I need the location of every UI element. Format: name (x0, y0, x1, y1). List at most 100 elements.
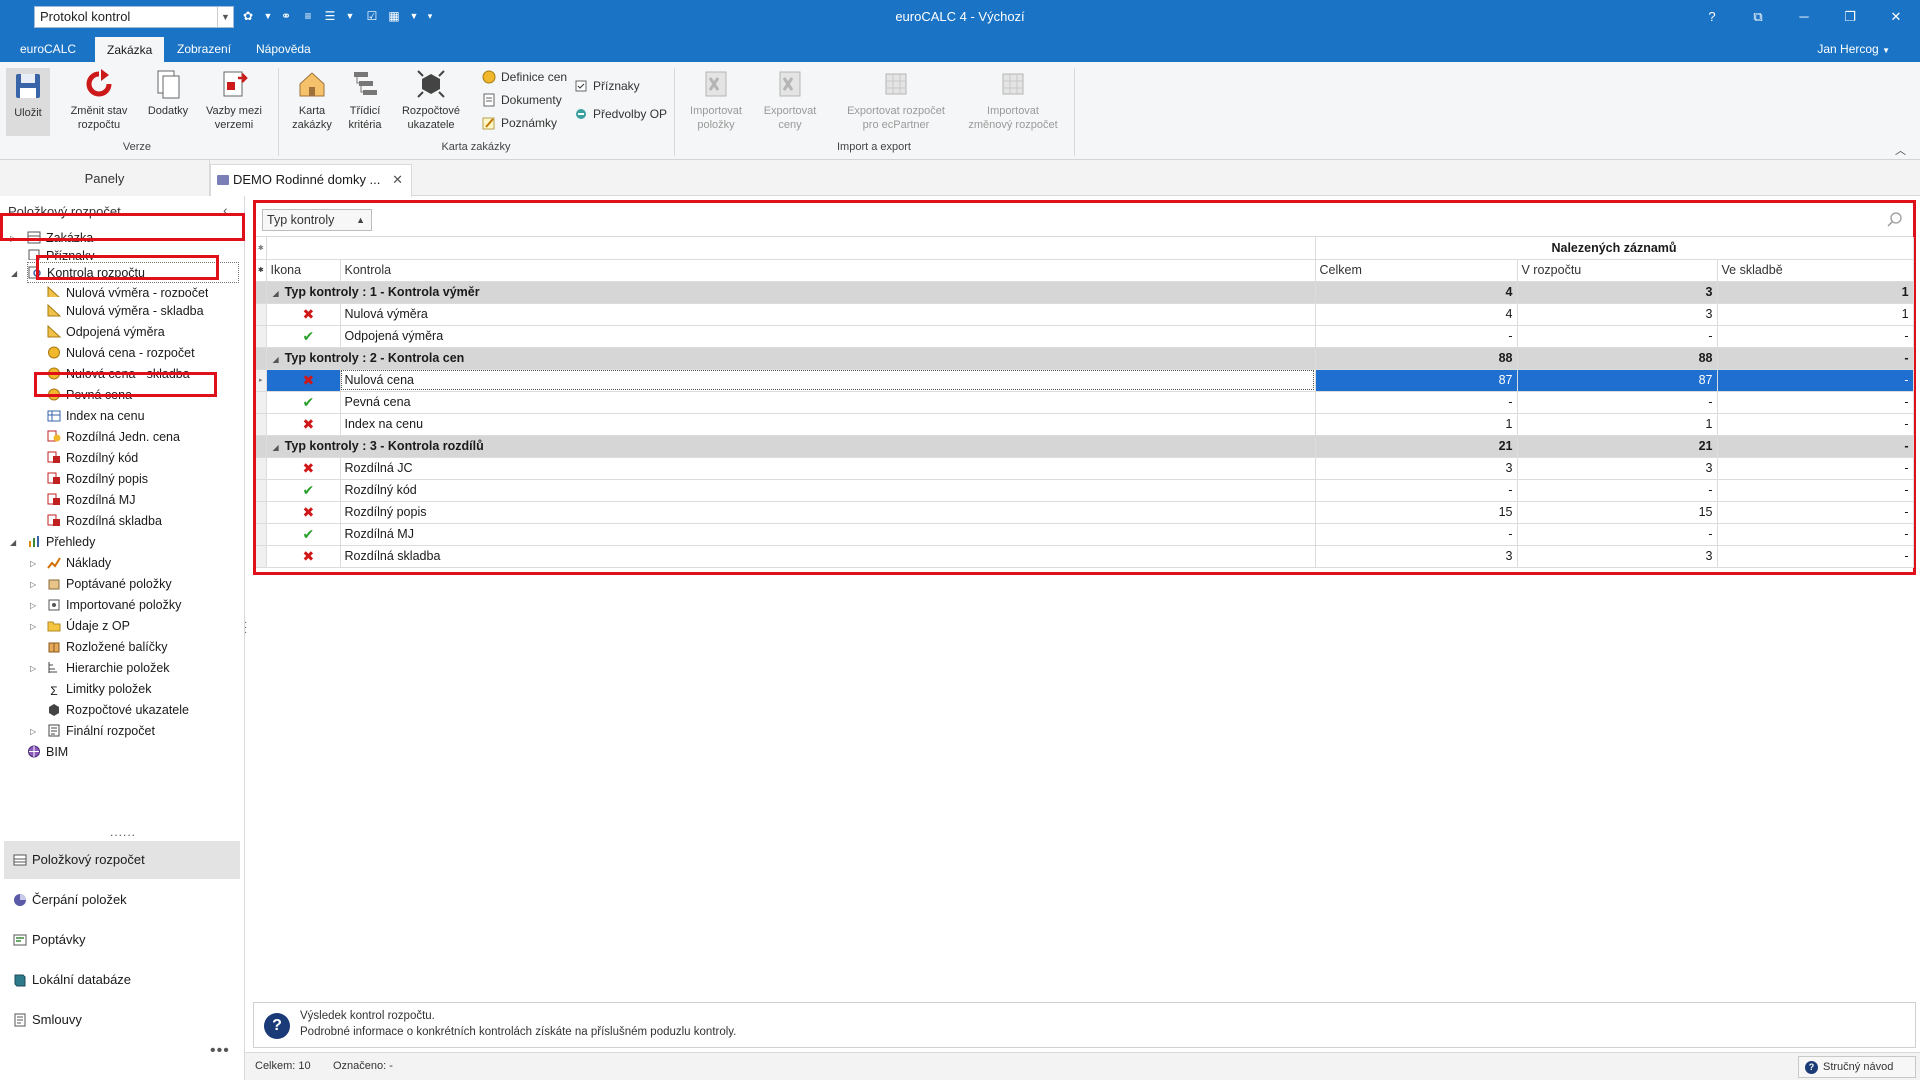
tree-node-index-na-cenu[interactable]: Index na cenu (47, 406, 145, 427)
tree-node-prehledy[interactable]: ◢ Přehledy (10, 532, 95, 553)
splitter-grip[interactable]: · · · (244, 618, 247, 638)
more-options-icon[interactable]: ••• (210, 1042, 230, 1060)
collapse-icon[interactable]: ◢ (273, 355, 279, 364)
table-row[interactable]: ✖ Index na cenu 1 1- (256, 413, 1914, 436)
col-header-ikona[interactable]: Ikona (266, 259, 341, 282)
table-row[interactable]: ▸ ✖ Nulová cena 87 87- (256, 369, 1914, 392)
tree-node-nulova-cena-rozpocet[interactable]: Nulová cena - rozpočet (47, 343, 195, 364)
cell-v-rozpoctu[interactable]: - (1517, 325, 1718, 348)
nav-poptavky[interactable]: Poptávky (4, 921, 240, 959)
cell-ve-skladbe[interactable]: - (1717, 479, 1914, 502)
tridici-kriteria-button[interactable]: Třídicí kritéria (340, 68, 390, 132)
tree-node-pevna-cena[interactable]: Pevná cena (47, 385, 132, 406)
col-header-kontrola[interactable]: Kontrola (340, 259, 1316, 282)
cell-kontrola[interactable]: Rozdílný popis (340, 501, 1316, 524)
table-row[interactable]: ✔ Pevná cena - - - (256, 391, 1914, 414)
expand-icon[interactable]: ▷ (30, 574, 40, 595)
priznaky-button[interactable]: Příznaky (574, 77, 640, 95)
tree-node-finalni-rozpocet[interactable]: ▷ Finální rozpočet (30, 721, 155, 742)
tree-node-rozdilna-jedn-cena[interactable]: Rozdílná Jedn. cena (47, 427, 180, 448)
cell-v-rozpoctu[interactable]: 3 (1517, 545, 1718, 568)
tree-node-rozdilna-mj[interactable]: Rozdílná MJ (47, 490, 135, 511)
cell-v-rozpoctu[interactable]: 3 (1517, 303, 1718, 326)
cell-celkem[interactable]: 87 (1315, 369, 1518, 392)
expand-icon[interactable]: ▷ (10, 228, 20, 249)
change-state-button[interactable]: Změnit stav rozpočtu (64, 68, 134, 132)
group-row[interactable]: ◢ Typ kontroly : 2 - Kontrola cen 88 88- (256, 347, 1914, 370)
tree-node-kontrola-rozpoctu[interactable]: ◢ Kontrola rozpočtu (11, 262, 239, 283)
importovat-polozky-button[interactable]: Importovat položky (680, 68, 752, 132)
cell-ve-skladbe[interactable]: - (1717, 391, 1914, 414)
collapse-icon[interactable]: ◢ (11, 263, 21, 284)
tree-node-nulova-vymera-rozpocet[interactable]: Nulová výměra - rozpočet (47, 283, 208, 297)
group-chip-typ-kontroly[interactable]: Typ kontroly ▲ (262, 209, 372, 231)
cell-ve-skladbe[interactable]: - (1717, 457, 1914, 480)
collapse-icon[interactable]: ◢ (273, 443, 279, 452)
cell-kontrola[interactable]: Nulová výměra (340, 303, 1316, 326)
cell-celkem[interactable]: 15 (1315, 501, 1518, 524)
cell-ve-skladbe[interactable]: - (1717, 325, 1914, 348)
tab-eurocalc[interactable]: euroCALC (8, 36, 88, 62)
table-row[interactable]: ✔ Rozdílná MJ - - - (256, 523, 1914, 546)
nav-smlouvy[interactable]: Smlouvy (4, 1001, 240, 1039)
resize-grip[interactable]: ...... (110, 825, 136, 839)
cell-ve-skladbe[interactable]: - (1717, 523, 1914, 546)
tab-zakazka[interactable]: Zakázka (95, 36, 165, 62)
expand-icon[interactable]: ▷ (30, 658, 40, 679)
cell-ve-skladbe[interactable]: - (1717, 369, 1914, 392)
collapse-icon[interactable]: ◢ (10, 532, 20, 553)
cell-celkem[interactable]: 4 (1315, 303, 1518, 326)
group-cell[interactable]: ◢ Typ kontroly : 3 - Kontrola rozdílů (266, 435, 1316, 458)
cell-celkem[interactable]: 3 (1315, 545, 1518, 568)
tree-node-rozlozene-balicky[interactable]: Rozložené balíčky (47, 637, 167, 658)
expand-icon[interactable]: ▷ (30, 721, 40, 742)
cell-ve-skladbe[interactable]: - (1717, 413, 1914, 436)
karta-zakazky-button[interactable]: Karta zakázky (286, 68, 338, 132)
cell-celkem[interactable]: - (1315, 523, 1518, 546)
cell-kontrola[interactable]: Index na cenu (340, 413, 1316, 436)
cell-v-rozpoctu[interactable]: 87 (1517, 369, 1718, 392)
cell-celkem[interactable]: - (1315, 391, 1518, 414)
help-button[interactable]: ? (1690, 0, 1734, 34)
expand-icon[interactable]: ▷ (30, 553, 40, 574)
cell-celkem[interactable]: - (1315, 325, 1518, 348)
tree-node-naklady[interactable]: ▷ Náklady (30, 553, 111, 574)
cell-kontrola[interactable]: Odpojená výměra (340, 325, 1316, 348)
ribbon-display-icon[interactable]: ⧉ (1736, 0, 1780, 34)
group-cell[interactable]: ◢ Typ kontroly : 1 - Kontrola výměr (266, 281, 1316, 304)
rozpoctove-ukazatele-button[interactable]: Rozpočtové ukazatele (394, 68, 468, 132)
table-row[interactable]: ✔ Odpojená výměra - - - (256, 325, 1914, 348)
cell-ve-skladbe[interactable]: - (1717, 545, 1914, 568)
tree-node-nulova-vymera-skladba[interactable]: Nulová výměra - skladba (47, 301, 204, 322)
quick-guide-button[interactable]: ? Stručný návod (1798, 1056, 1916, 1078)
tree-node-nulova-cena-skladba[interactable]: Nulová cena - skladba (47, 364, 190, 385)
tree-node-udaje-z-op[interactable]: ▷ Údaje z OP (30, 616, 130, 637)
tab-zobrazeni[interactable]: Zobrazení (165, 36, 243, 62)
table-row[interactable]: ✖ Rozdílná JC 3 3- (256, 457, 1914, 480)
exportovat-ceny-button[interactable]: Exportovat ceny (756, 68, 824, 132)
nav-cerpani-polozek[interactable]: Čerpání položek (4, 881, 240, 919)
user-menu[interactable]: Jan Hercog ▼ (1817, 36, 1890, 64)
predvolby-op-button[interactable]: Předvolby OP (574, 105, 667, 123)
poznamky-button[interactable]: Poznámky (482, 114, 557, 132)
tree-node-bim[interactable]: BIM (27, 742, 68, 763)
cell-v-rozpoctu[interactable]: - (1517, 523, 1718, 546)
tree-node-rozpoctove-ukazatele[interactable]: Rozpočtové ukazatele (47, 700, 189, 721)
cell-v-rozpoctu[interactable]: - (1517, 391, 1718, 414)
tab-napoveda[interactable]: Nápověda (244, 36, 323, 62)
save-button[interactable]: Uložit (6, 68, 50, 136)
expand-icon[interactable]: ▷ (30, 595, 40, 616)
tree-node-hierarchie-polozek[interactable]: ▷ Hierarchie položek (30, 658, 170, 679)
tree-node-importovane-polozky[interactable]: ▷ Importované položky (30, 595, 181, 616)
search-icon[interactable] (1887, 211, 1903, 227)
col-header-celkem[interactable]: Celkem (1315, 259, 1518, 282)
col-header-v-rozpoctu[interactable]: V rozpočtu (1517, 259, 1718, 282)
tree-node-rozdilny-popis[interactable]: Rozdílný popis (47, 469, 148, 490)
table-row[interactable]: ✖ Nulová výměra 4 3 1 (256, 303, 1914, 326)
cell-kontrola[interactable]: Rozdílný kód (340, 479, 1316, 502)
cell-celkem[interactable]: 1 (1315, 413, 1518, 436)
minimize-icon[interactable]: ─ (1782, 0, 1826, 34)
table-row[interactable]: ✖ Rozdílný popis 15 15- (256, 501, 1914, 524)
tree-node-poptavane-polozky[interactable]: ▷ Poptávané položky (30, 574, 172, 595)
importovat-zmenovy-button[interactable]: Importovat změnový rozpočet (960, 68, 1066, 132)
